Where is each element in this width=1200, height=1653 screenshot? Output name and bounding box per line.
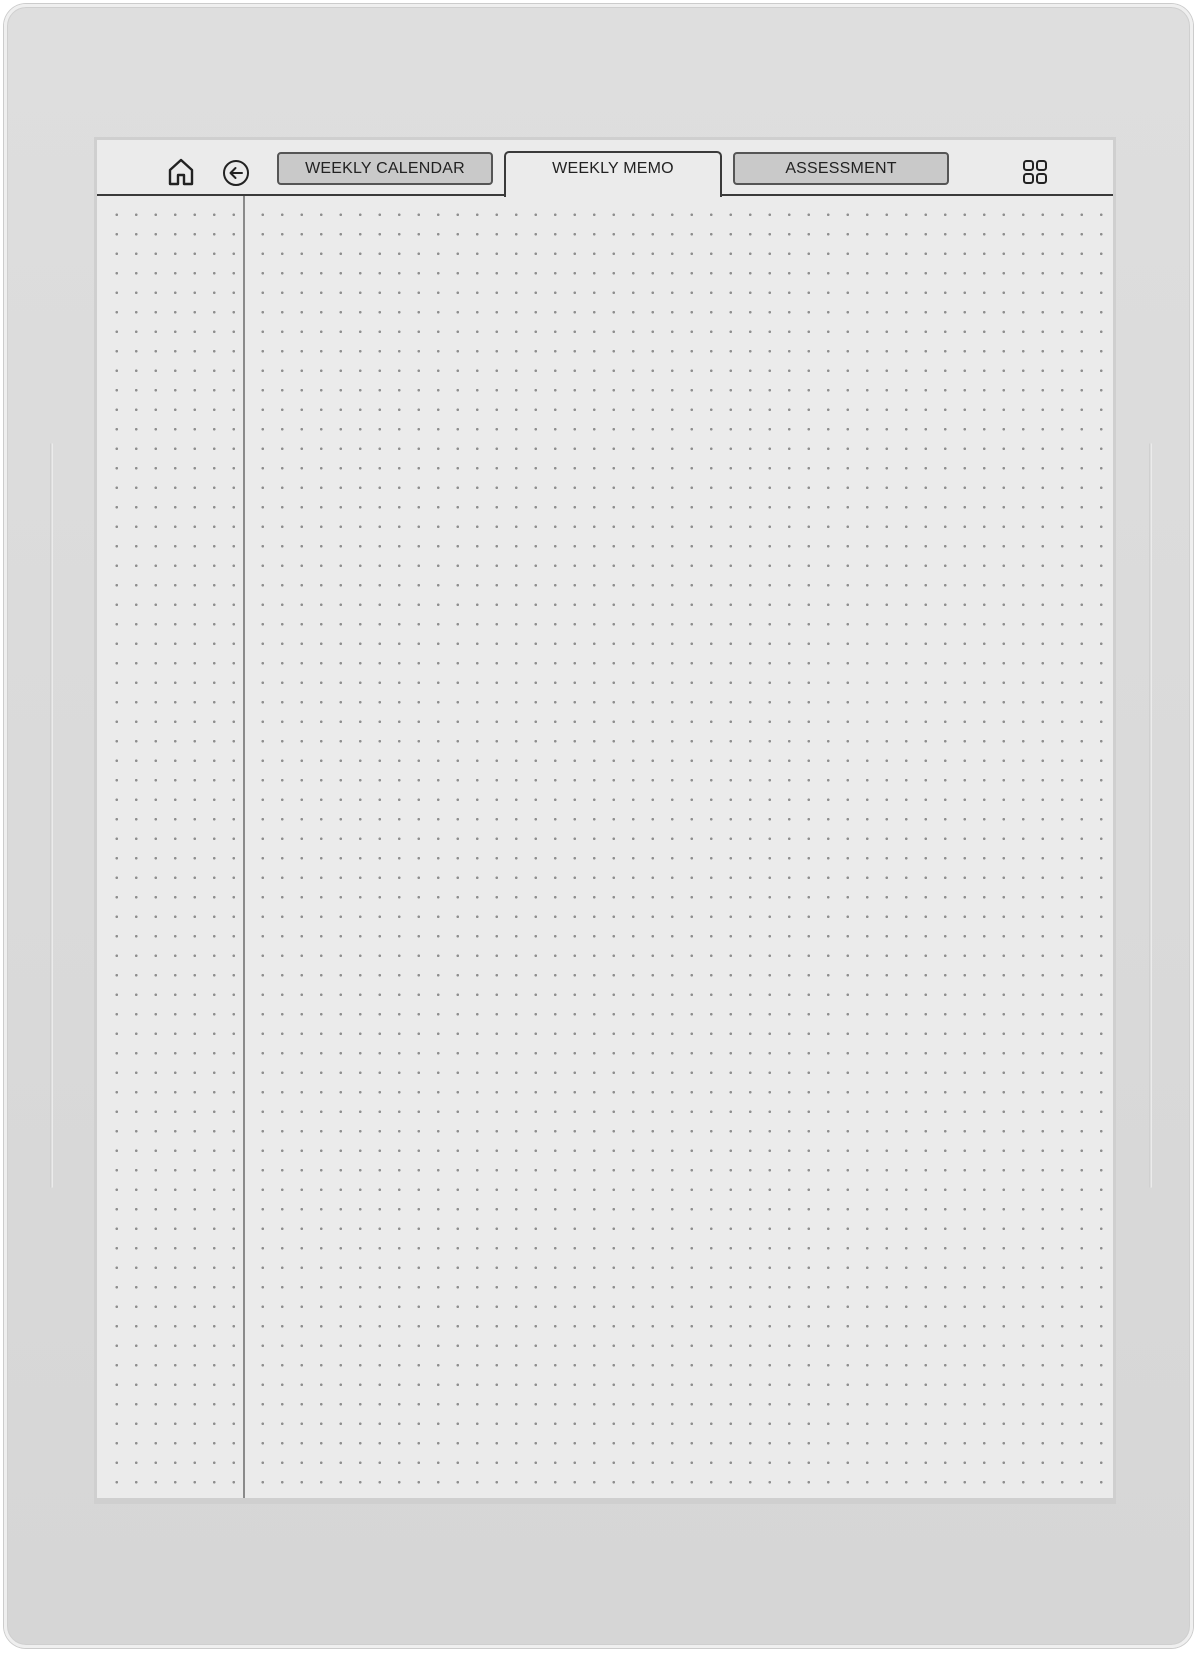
home-button[interactable] [164, 155, 198, 189]
top-navigation-bar: WEEKLY CALENDAR WEEKLY MEMO ASSESSMENT [97, 140, 1113, 197]
tab-weekly-memo-label: WEEKLY MEMO [552, 160, 674, 177]
back-button[interactable] [219, 156, 253, 190]
tab-weekly-calendar-label: WEEKLY CALENDAR [305, 159, 465, 177]
tab-weekly-calendar[interactable]: WEEKLY CALENDAR [277, 152, 493, 185]
grid-menu-button[interactable] [1018, 155, 1052, 189]
tab-assessment[interactable]: ASSESSMENT [733, 152, 949, 185]
tab-assessment-label: ASSESSMENT [785, 159, 897, 177]
memo-page [97, 196, 1113, 1498]
tab-weekly-memo[interactable]: WEEKLY MEMO [504, 151, 722, 197]
e-ink-screen: WEEKLY CALENDAR WEEKLY MEMO ASSESSMENT [94, 137, 1116, 1504]
left-side-groove [50, 443, 53, 1188]
main-dot-grid-area[interactable] [245, 196, 1113, 1498]
tablet-device-frame: WEEKLY CALENDAR WEEKLY MEMO ASSESSMENT [4, 4, 1193, 1648]
left-dot-grid-column[interactable] [97, 196, 243, 1498]
grid-icon [1023, 160, 1047, 184]
right-side-groove [1149, 443, 1152, 1188]
arrow-left-circle-icon [223, 160, 249, 186]
home-icon [168, 158, 194, 186]
